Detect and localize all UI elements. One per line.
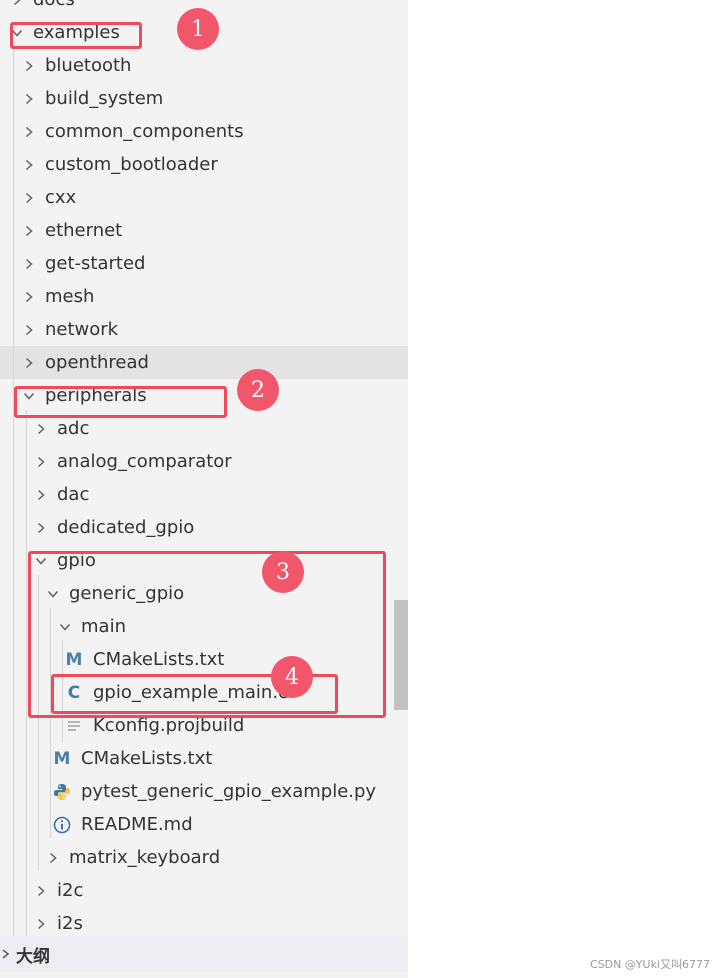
tree-folder-common-components[interactable]: common_components [0,115,408,148]
tree-item-label: adc [57,418,90,439]
annotation-badge-1: 1 [177,8,219,50]
tree-folder-ethernet[interactable]: ethernet [0,214,408,247]
tree-item-label: get-started [45,253,146,274]
tree-folder-bluetooth[interactable]: bluetooth [0,49,408,82]
chevron-right-icon [23,192,35,204]
chevron-right-icon [35,456,47,468]
tree-item-label: README.md [81,814,193,835]
chevron-right-icon [23,60,35,72]
chevron-right-icon [35,918,47,930]
annotation-badge-4: 4 [271,656,313,698]
tree-item-label: i2s [57,913,83,934]
indent-guide [26,410,27,936]
tree-folder-build-system[interactable]: build_system [0,82,408,115]
annotation-badge-3: 3 [262,551,304,593]
tree-item-label: i2c [57,880,84,901]
chevron-right-icon [23,357,35,369]
tree-folder-matrix-keyboard[interactable]: matrix_keyboard [0,841,408,874]
tree-item-label: CMakeLists.txt [81,748,213,769]
tree-item-label: dedicated_gpio [57,517,195,538]
tree-item-label: mesh [45,286,95,307]
chevron-right-icon [23,159,35,171]
tree-folder-get-started[interactable]: get-started [0,247,408,280]
annotation-box-examples [10,22,142,49]
chevron-right-icon [23,291,35,303]
tree-item-label: custom_bootloader [45,154,218,175]
tree-folder-custom-bootloader[interactable]: custom_bootloader [0,148,408,181]
file-explorer: docsexamplesbluetoothbuild_systemcommon_… [0,0,408,978]
chevron-right-icon [0,948,12,960]
tree-folder-dedicated-gpio[interactable]: dedicated_gpio [0,511,408,544]
tree-item-label: openthread [45,352,149,373]
chevron-right-icon [35,522,47,534]
chevron-right-icon [11,0,23,6]
tree-folder-dac[interactable]: dac [0,478,408,511]
chevron-right-icon [35,423,47,435]
chevron-right-icon [23,258,35,270]
tree-item-label: docs [33,0,75,10]
chevron-right-icon [23,126,35,138]
tree-item-label: dac [57,484,90,505]
indent-guide [13,49,14,936]
tree-file-cmakelists-txt[interactable]: M CMakeLists.txt [0,742,408,775]
outline-section-header[interactable]: 大纲 [0,936,408,972]
text-file-icon [65,720,83,732]
tree-folder-mesh[interactable]: mesh [0,280,408,313]
tree-folder-cxx[interactable]: cxx [0,181,408,214]
tree-item-label: cxx [45,187,77,208]
chevron-right-icon [35,885,47,897]
tree-folder-i2c[interactable]: i2c [0,874,408,907]
scrollbar-thumb[interactable] [394,600,408,710]
tree-folder-network[interactable]: network [0,313,408,346]
chevron-right-icon [35,489,47,501]
info-icon [53,816,71,834]
tree-item-label: bluetooth [45,55,132,76]
tree-item-label: common_components [45,121,244,142]
python-icon [53,783,71,801]
tree-file-readme-md[interactable]: README.md [0,808,408,841]
chevron-right-icon [23,93,35,105]
chevron-right-icon [23,324,35,336]
annotation-badge-2: 2 [237,369,279,411]
chevron-right-icon [23,225,35,237]
annotation-box-peripherals [14,386,227,418]
tree-file-pytest-generic-gpio-example-py[interactable]: pytest_generic_gpio_example.py [0,775,408,808]
tree-item-label: Kconfig.projbuild [93,715,245,736]
tree-item-label: build_system [45,88,164,109]
outline-label: 大纲 [16,946,50,967]
tree-item-label: analog_comparator [57,451,232,472]
tree-folder-analog-comparator[interactable]: analog_comparator [0,445,408,478]
tree-folder-openthread[interactable]: openthread [0,346,408,379]
cmake-icon: M [53,748,71,769]
watermark: CSDN @YUki又叫6777 [589,958,710,971]
tree-item-label: network [45,319,119,340]
tree-item-label: ethernet [45,220,123,241]
tree-item-label: pytest_generic_gpio_example.py [81,781,377,802]
chevron-right-icon [47,852,59,864]
tree-item-label: matrix_keyboard [69,847,221,868]
